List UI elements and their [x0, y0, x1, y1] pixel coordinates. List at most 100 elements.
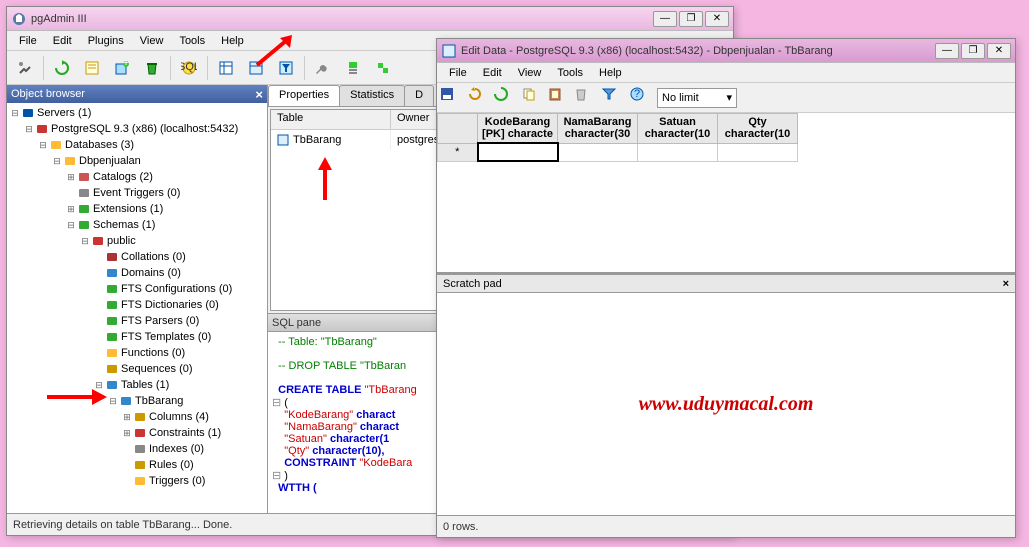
- expander-icon[interactable]: [93, 251, 105, 263]
- tree-item[interactable]: ⊟Dbpenjualan: [9, 153, 265, 169]
- menu-edit[interactable]: Edit: [45, 33, 80, 49]
- expander-icon[interactable]: [93, 267, 105, 279]
- view-data-icon[interactable]: [212, 54, 240, 82]
- tree-item[interactable]: Collations (0): [9, 249, 265, 265]
- tree-item[interactable]: ⊟public: [9, 233, 265, 249]
- expander-icon[interactable]: [93, 299, 105, 311]
- undo-icon[interactable]: [467, 86, 491, 110]
- menu-edit[interactable]: Edit: [475, 65, 510, 81]
- menu-view[interactable]: View: [510, 65, 550, 81]
- menu-help[interactable]: Help: [591, 65, 630, 81]
- tree-item[interactable]: Indexes (0): [9, 441, 265, 457]
- expander-icon[interactable]: ⊞: [65, 203, 77, 215]
- tree-item[interactable]: FTS Parsers (0): [9, 313, 265, 329]
- tree-item[interactable]: FTS Dictionaries (0): [9, 297, 265, 313]
- expander-icon[interactable]: [93, 347, 105, 359]
- menu-tools[interactable]: Tools: [171, 33, 213, 49]
- tree-item[interactable]: ⊟PostgreSQL 9.3 (x86) (localhost:5432): [9, 121, 265, 137]
- col-satuan[interactable]: Satuancharacter(10: [638, 114, 718, 144]
- tree-item[interactable]: ⊟Schemas (1): [9, 217, 265, 233]
- expander-icon[interactable]: [121, 459, 133, 471]
- sql-icon[interactable]: SQL: [175, 54, 203, 82]
- expander-icon[interactable]: [121, 475, 133, 487]
- tab-dependencies[interactable]: D: [404, 85, 434, 106]
- expander-icon[interactable]: ⊟: [65, 219, 77, 231]
- properties-icon[interactable]: [78, 54, 106, 82]
- tree-item[interactable]: Functions (0): [9, 345, 265, 361]
- scratch-close-button[interactable]: ×: [1003, 278, 1009, 290]
- tree-item[interactable]: ⊞Columns (4): [9, 409, 265, 425]
- expander-icon[interactable]: ⊟: [107, 395, 119, 407]
- expander-icon[interactable]: [121, 443, 133, 455]
- maximize-button[interactable]: ❐: [679, 11, 703, 27]
- expander-icon[interactable]: ⊟: [79, 235, 91, 247]
- expander-icon[interactable]: [93, 283, 105, 295]
- view-filtered-icon[interactable]: [242, 54, 270, 82]
- tree[interactable]: ⊟Servers (1)⊟PostgreSQL 9.3 (x86) (local…: [7, 103, 267, 513]
- col-qty[interactable]: Qtycharacter(10: [718, 114, 798, 144]
- execute-icon[interactable]: [339, 54, 367, 82]
- close-button[interactable]: ✕: [987, 43, 1011, 59]
- expander-icon[interactable]: [93, 331, 105, 343]
- copy-icon[interactable]: [521, 86, 545, 110]
- tree-item[interactable]: FTS Templates (0): [9, 329, 265, 345]
- save-icon[interactable]: [439, 86, 463, 110]
- menu-file[interactable]: File: [11, 33, 45, 49]
- tree-item[interactable]: ⊞Extensions (1): [9, 201, 265, 217]
- tree-item[interactable]: ⊟Servers (1): [9, 105, 265, 121]
- menu-file[interactable]: File: [441, 65, 475, 81]
- menu-plugins[interactable]: Plugins: [80, 33, 132, 49]
- paste-icon[interactable]: [547, 86, 571, 110]
- expander-icon[interactable]: ⊟: [93, 379, 105, 391]
- menu-help[interactable]: Help: [213, 33, 252, 49]
- limit-select[interactable]: No limit ▾: [657, 88, 737, 108]
- close-button[interactable]: ✕: [705, 11, 729, 27]
- titlebar[interactable]: pgAdmin III — ❐ ✕: [7, 7, 733, 31]
- drop-icon[interactable]: [138, 54, 166, 82]
- minimize-button[interactable]: —: [653, 11, 677, 27]
- expander-icon[interactable]: ⊟: [51, 155, 63, 167]
- tree-item[interactable]: FTS Configurations (0): [9, 281, 265, 297]
- expander-icon[interactable]: [65, 187, 77, 199]
- expander-icon[interactable]: ⊞: [65, 171, 77, 183]
- tree-item[interactable]: ⊟Databases (3): [9, 137, 265, 153]
- delete-icon[interactable]: [573, 86, 597, 110]
- expander-icon[interactable]: ⊟: [23, 123, 35, 135]
- titlebar[interactable]: Edit Data - PostgreSQL 9.3 (x86) (localh…: [437, 39, 1015, 63]
- panel-close-button[interactable]: ×: [255, 87, 263, 102]
- col-namabarang[interactable]: NamaBarangcharacter(30: [558, 114, 638, 144]
- new-row[interactable]: *: [438, 143, 798, 161]
- grid-header-table[interactable]: Table: [271, 110, 391, 129]
- tree-item[interactable]: Domains (0): [9, 265, 265, 281]
- expander-icon[interactable]: [93, 363, 105, 375]
- expander-icon[interactable]: ⊟: [9, 107, 21, 119]
- connect-icon[interactable]: [11, 54, 39, 82]
- tree-item[interactable]: Sequences (0): [9, 361, 265, 377]
- expander-icon[interactable]: ⊟: [37, 139, 49, 151]
- expander-icon[interactable]: ⊞: [121, 427, 133, 439]
- expander-icon[interactable]: ⊞: [121, 411, 133, 423]
- filter-icon[interactable]: [272, 54, 300, 82]
- scratch-content[interactable]: www.uduymacal.com: [437, 293, 1015, 515]
- tree-item[interactable]: ⊞Catalogs (2): [9, 169, 265, 185]
- tree-item[interactable]: Triggers (0): [9, 473, 265, 489]
- refresh-icon[interactable]: [493, 86, 517, 110]
- tab-properties[interactable]: Properties: [268, 85, 340, 106]
- tree-item[interactable]: ⊟Tables (1): [9, 377, 265, 393]
- hint-icon[interactable]: [369, 54, 397, 82]
- col-kodebarang[interactable]: KodeBarang[PK] characte: [478, 114, 558, 144]
- tree-item[interactable]: ⊞Constraints (1): [9, 425, 265, 441]
- maximize-button[interactable]: ❐: [961, 43, 985, 59]
- tree-item[interactable]: Event Triggers (0): [9, 185, 265, 201]
- help-icon[interactable]: ?: [629, 86, 653, 110]
- tab-statistics[interactable]: Statistics: [339, 85, 405, 106]
- menu-tools[interactable]: Tools: [549, 65, 591, 81]
- create-icon[interactable]: +: [108, 54, 136, 82]
- filter-icon[interactable]: [601, 86, 625, 110]
- expander-icon[interactable]: [93, 315, 105, 327]
- menu-view[interactable]: View: [132, 33, 172, 49]
- tree-item[interactable]: Rules (0): [9, 457, 265, 473]
- data-grid[interactable]: KodeBarang[PK] characte NamaBarangcharac…: [437, 113, 1015, 273]
- tree-item[interactable]: ⊟TbBarang: [9, 393, 265, 409]
- minimize-button[interactable]: —: [935, 43, 959, 59]
